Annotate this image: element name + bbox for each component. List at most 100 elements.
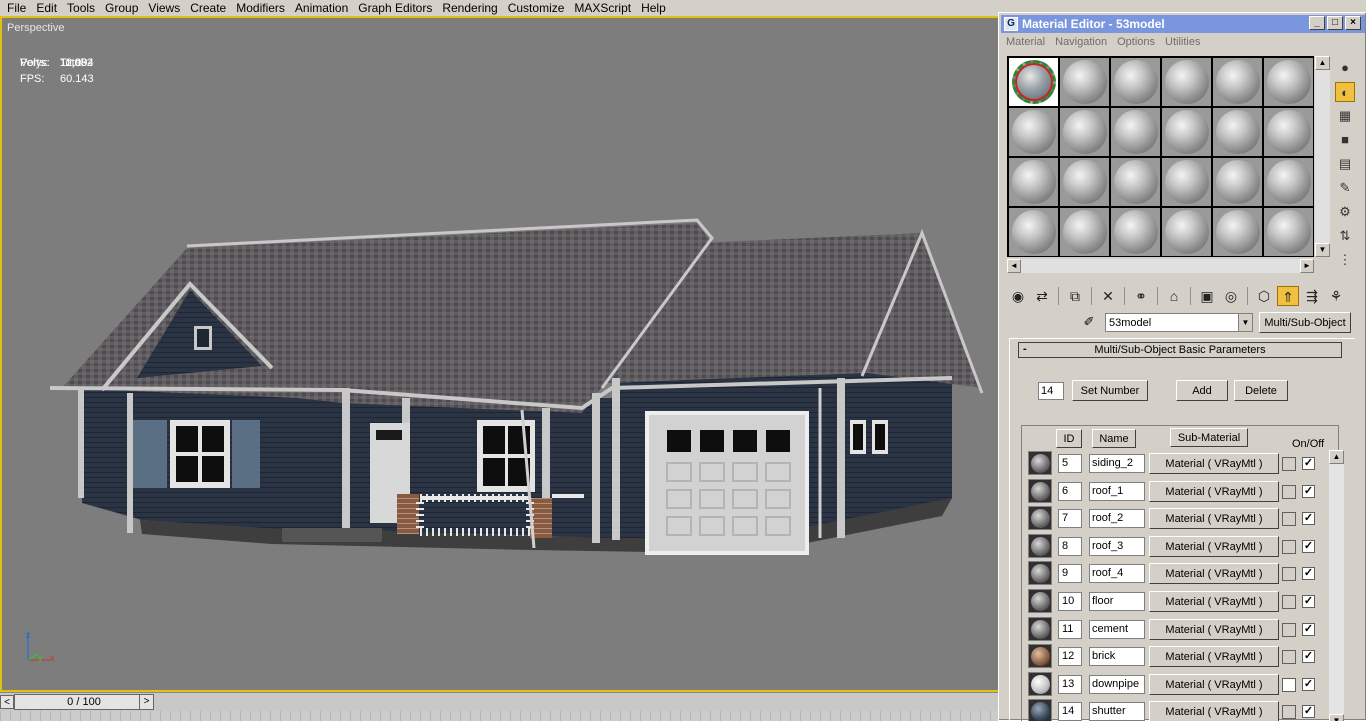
submaterial-id-field[interactable]: 11 [1058, 620, 1082, 639]
close-button[interactable]: × [1345, 16, 1361, 30]
submaterial-button[interactable]: Material ( VRayMtl ) [1149, 619, 1279, 640]
show-map-in-viewport-icon[interactable]: ◎ [1220, 286, 1242, 306]
sample-slot[interactable] [1060, 158, 1109, 206]
sample-slot[interactable] [1213, 58, 1262, 106]
submaterial-on-checkbox[interactable]: ✓ [1302, 650, 1315, 663]
put-to-scene-icon[interactable]: ⇄ [1031, 286, 1053, 306]
sample-slot[interactable] [1060, 58, 1109, 106]
submaterial-on-checkbox[interactable]: ✓ [1302, 705, 1315, 718]
submaterial-color-swatch[interactable] [1282, 457, 1296, 471]
sample-slot[interactable] [1111, 108, 1160, 156]
submaterial-name-field[interactable]: siding_2 [1089, 454, 1145, 473]
sample-slot[interactable] [1162, 208, 1211, 256]
submaterial-preview-icon[interactable] [1028, 699, 1052, 721]
submaterial-color-swatch[interactable] [1282, 485, 1296, 499]
me-menu-navigation[interactable]: Navigation [1050, 34, 1112, 50]
material-map-navigator-icon[interactable]: ⚘ [1325, 286, 1347, 306]
submaterial-button[interactable]: Material ( VRayMtl ) [1149, 563, 1279, 584]
submaterial-name-field[interactable]: roof_3 [1089, 537, 1145, 556]
menu-edit[interactable]: Edit [31, 0, 62, 16]
assign-to-selection-icon[interactable]: ⧉ [1064, 286, 1086, 306]
submaterial-id-field[interactable]: 7 [1058, 509, 1082, 528]
select-by-material-icon[interactable]: ⇅ [1335, 226, 1355, 246]
submaterial-preview-icon[interactable] [1028, 506, 1052, 530]
submaterial-id-field[interactable]: 12 [1058, 647, 1082, 666]
submaterial-id-field[interactable]: 13 [1058, 675, 1082, 694]
submaterial-button[interactable]: Material ( VRayMtl ) [1149, 591, 1279, 612]
slots-horizontal-scrollbar[interactable]: ◄ ► [1007, 259, 1314, 273]
go-to-parent-icon[interactable]: ⇑ [1277, 286, 1299, 306]
sample-slot[interactable] [1111, 58, 1160, 106]
submaterial-id-field[interactable]: 9 [1058, 564, 1082, 583]
sample-slot[interactable] [1111, 158, 1160, 206]
submaterial-color-swatch[interactable] [1282, 650, 1296, 664]
submaterial-name-field[interactable]: floor [1089, 592, 1145, 611]
sample-slot[interactable] [1162, 108, 1211, 156]
backlight-icon[interactable]: ◐ [1335, 82, 1355, 102]
show-end-result-icon[interactable]: ⬡ [1253, 286, 1275, 306]
submaterial-button[interactable]: Material ( VRayMtl ) [1149, 674, 1279, 695]
submaterial-preview-icon[interactable] [1028, 644, 1052, 668]
sample-slot[interactable] [1060, 208, 1109, 256]
menu-group[interactable]: Group [100, 0, 143, 16]
sample-slot[interactable] [1213, 208, 1262, 256]
menu-maxscript[interactable]: MAXScript [569, 0, 636, 16]
submaterial-preview-icon[interactable] [1028, 561, 1052, 585]
material-type-button[interactable]: Multi/Sub-Object [1259, 312, 1351, 333]
slots-vertical-scrollbar[interactable]: ▲ ▼ [1315, 56, 1330, 257]
material-navigator-icon[interactable]: ⋮ [1335, 250, 1355, 270]
rollout-header[interactable]: - Multi/Sub-Object Basic Parameters [1018, 342, 1342, 358]
get-material-icon[interactable]: ◉ [1007, 286, 1029, 306]
sample-slot[interactable] [1009, 158, 1058, 206]
time-slider[interactable]: < 0 / 100 > [0, 694, 154, 710]
sample-slot[interactable] [1264, 208, 1313, 256]
submaterial-color-swatch[interactable] [1282, 540, 1296, 554]
submaterial-on-checkbox[interactable]: ✓ [1302, 485, 1315, 498]
viewport-label[interactable]: Perspective [7, 22, 64, 34]
scroll-down-arrow-icon[interactable]: ▼ [1315, 243, 1330, 257]
submaterial-id-field[interactable]: 8 [1058, 537, 1082, 556]
sample-slot[interactable] [1060, 108, 1109, 156]
submaterial-name-field[interactable]: downpipe [1089, 675, 1145, 694]
submaterial-on-checkbox[interactable]: ✓ [1302, 540, 1315, 553]
add-button[interactable]: Add [1176, 380, 1228, 401]
material-count-field[interactable]: 14 [1038, 381, 1064, 400]
scroll-left-arrow-icon[interactable]: ◄ [1007, 259, 1021, 273]
submaterial-button[interactable]: Material ( VRayMtl ) [1149, 646, 1279, 667]
house-model[interactable] [42, 198, 992, 568]
menu-views[interactable]: Views [143, 0, 185, 16]
sample-slot[interactable] [1264, 158, 1313, 206]
submaterial-on-checkbox[interactable]: ✓ [1302, 457, 1315, 470]
make-preview-icon[interactable]: ✎ [1335, 178, 1355, 198]
set-number-button[interactable]: Set Number [1072, 380, 1148, 401]
submaterial-on-checkbox[interactable]: ✓ [1302, 595, 1315, 608]
sort-by-name-button[interactable]: Name [1092, 429, 1136, 448]
sample-slot-active[interactable] [1009, 58, 1058, 106]
submaterial-color-swatch[interactable] [1282, 705, 1296, 719]
submaterial-preview-icon[interactable] [1028, 672, 1052, 696]
material-effects-channel-icon[interactable]: ▣ [1196, 286, 1218, 306]
sort-by-submaterial-button[interactable]: Sub-Material [1170, 428, 1248, 447]
options-icon[interactable]: ⚙ [1335, 202, 1355, 222]
background-checker-icon[interactable]: ▦ [1335, 106, 1355, 126]
submaterial-color-swatch[interactable] [1282, 512, 1296, 526]
submaterial-button[interactable]: Material ( VRayMtl ) [1149, 453, 1279, 474]
delete-button[interactable]: Delete [1234, 380, 1288, 401]
submaterial-id-field[interactable]: 6 [1058, 482, 1082, 501]
sample-slot[interactable] [1162, 158, 1211, 206]
submaterial-button[interactable]: Material ( VRayMtl ) [1149, 701, 1279, 721]
submaterial-on-checkbox[interactable]: ✓ [1302, 678, 1315, 691]
video-color-check-icon[interactable]: ▤ [1335, 154, 1355, 174]
submaterial-color-swatch[interactable] [1282, 678, 1296, 692]
maximize-button[interactable]: □ [1327, 16, 1343, 30]
sample-slot[interactable] [1264, 58, 1313, 106]
sample-uv-tiling-icon[interactable]: ■ [1335, 130, 1355, 150]
put-to-library-icon[interactable]: ⌂ [1163, 286, 1185, 306]
reset-map-icon[interactable]: ✕ [1097, 286, 1119, 306]
menu-help[interactable]: Help [636, 0, 671, 16]
perspective-viewport[interactable]: Perspective Total Polys: 11,082 Verts: 12,… [0, 16, 1000, 692]
sample-slot[interactable] [1213, 108, 1262, 156]
submaterial-name-field[interactable]: roof_1 [1089, 482, 1145, 501]
scroll-down-arrow-icon[interactable]: ▼ [1329, 714, 1344, 721]
submaterial-on-checkbox[interactable]: ✓ [1302, 512, 1315, 525]
